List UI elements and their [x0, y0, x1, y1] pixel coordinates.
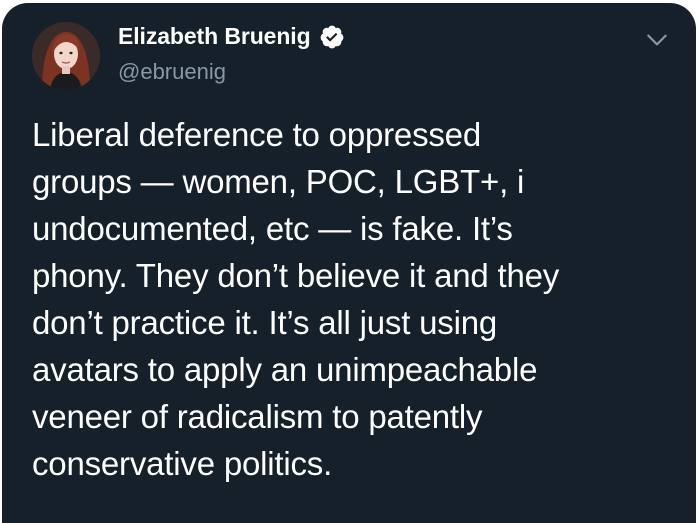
tweet-card: Elizabeth Bruenig @ebruenig Liberal defe…	[2, 3, 696, 523]
tweet-text-line: Liberal deference to oppressed	[32, 116, 481, 153]
chevron-down-icon[interactable]	[644, 27, 670, 53]
display-name[interactable]: Elizabeth Bruenig	[118, 23, 311, 50]
tweet-text-line: conservative politics.	[32, 445, 333, 482]
tweet-text-line: don’t practice it. It’s all just using	[32, 304, 498, 341]
tweet-text-line: undocumented, etc — is fake. It’s	[32, 210, 513, 247]
avatar-image	[32, 22, 100, 90]
avatar[interactable]	[32, 22, 100, 90]
tweet-text-line: avatars to apply an unimpeachable	[32, 351, 538, 388]
author-name-row: Elizabeth Bruenig	[118, 23, 345, 50]
tweet-text-line: veneer of radicalism to patently	[32, 398, 483, 435]
author-handle[interactable]: @ebruenig	[118, 59, 226, 85]
tweet-text-line: groups — women, POC, LGBT+, i	[32, 163, 525, 200]
tweet-text: Liberal deference to oppressed groups — …	[32, 111, 672, 487]
verified-badge-icon	[319, 24, 345, 50]
tweet-text-line: phony. They don’t believe it and they	[32, 257, 560, 294]
